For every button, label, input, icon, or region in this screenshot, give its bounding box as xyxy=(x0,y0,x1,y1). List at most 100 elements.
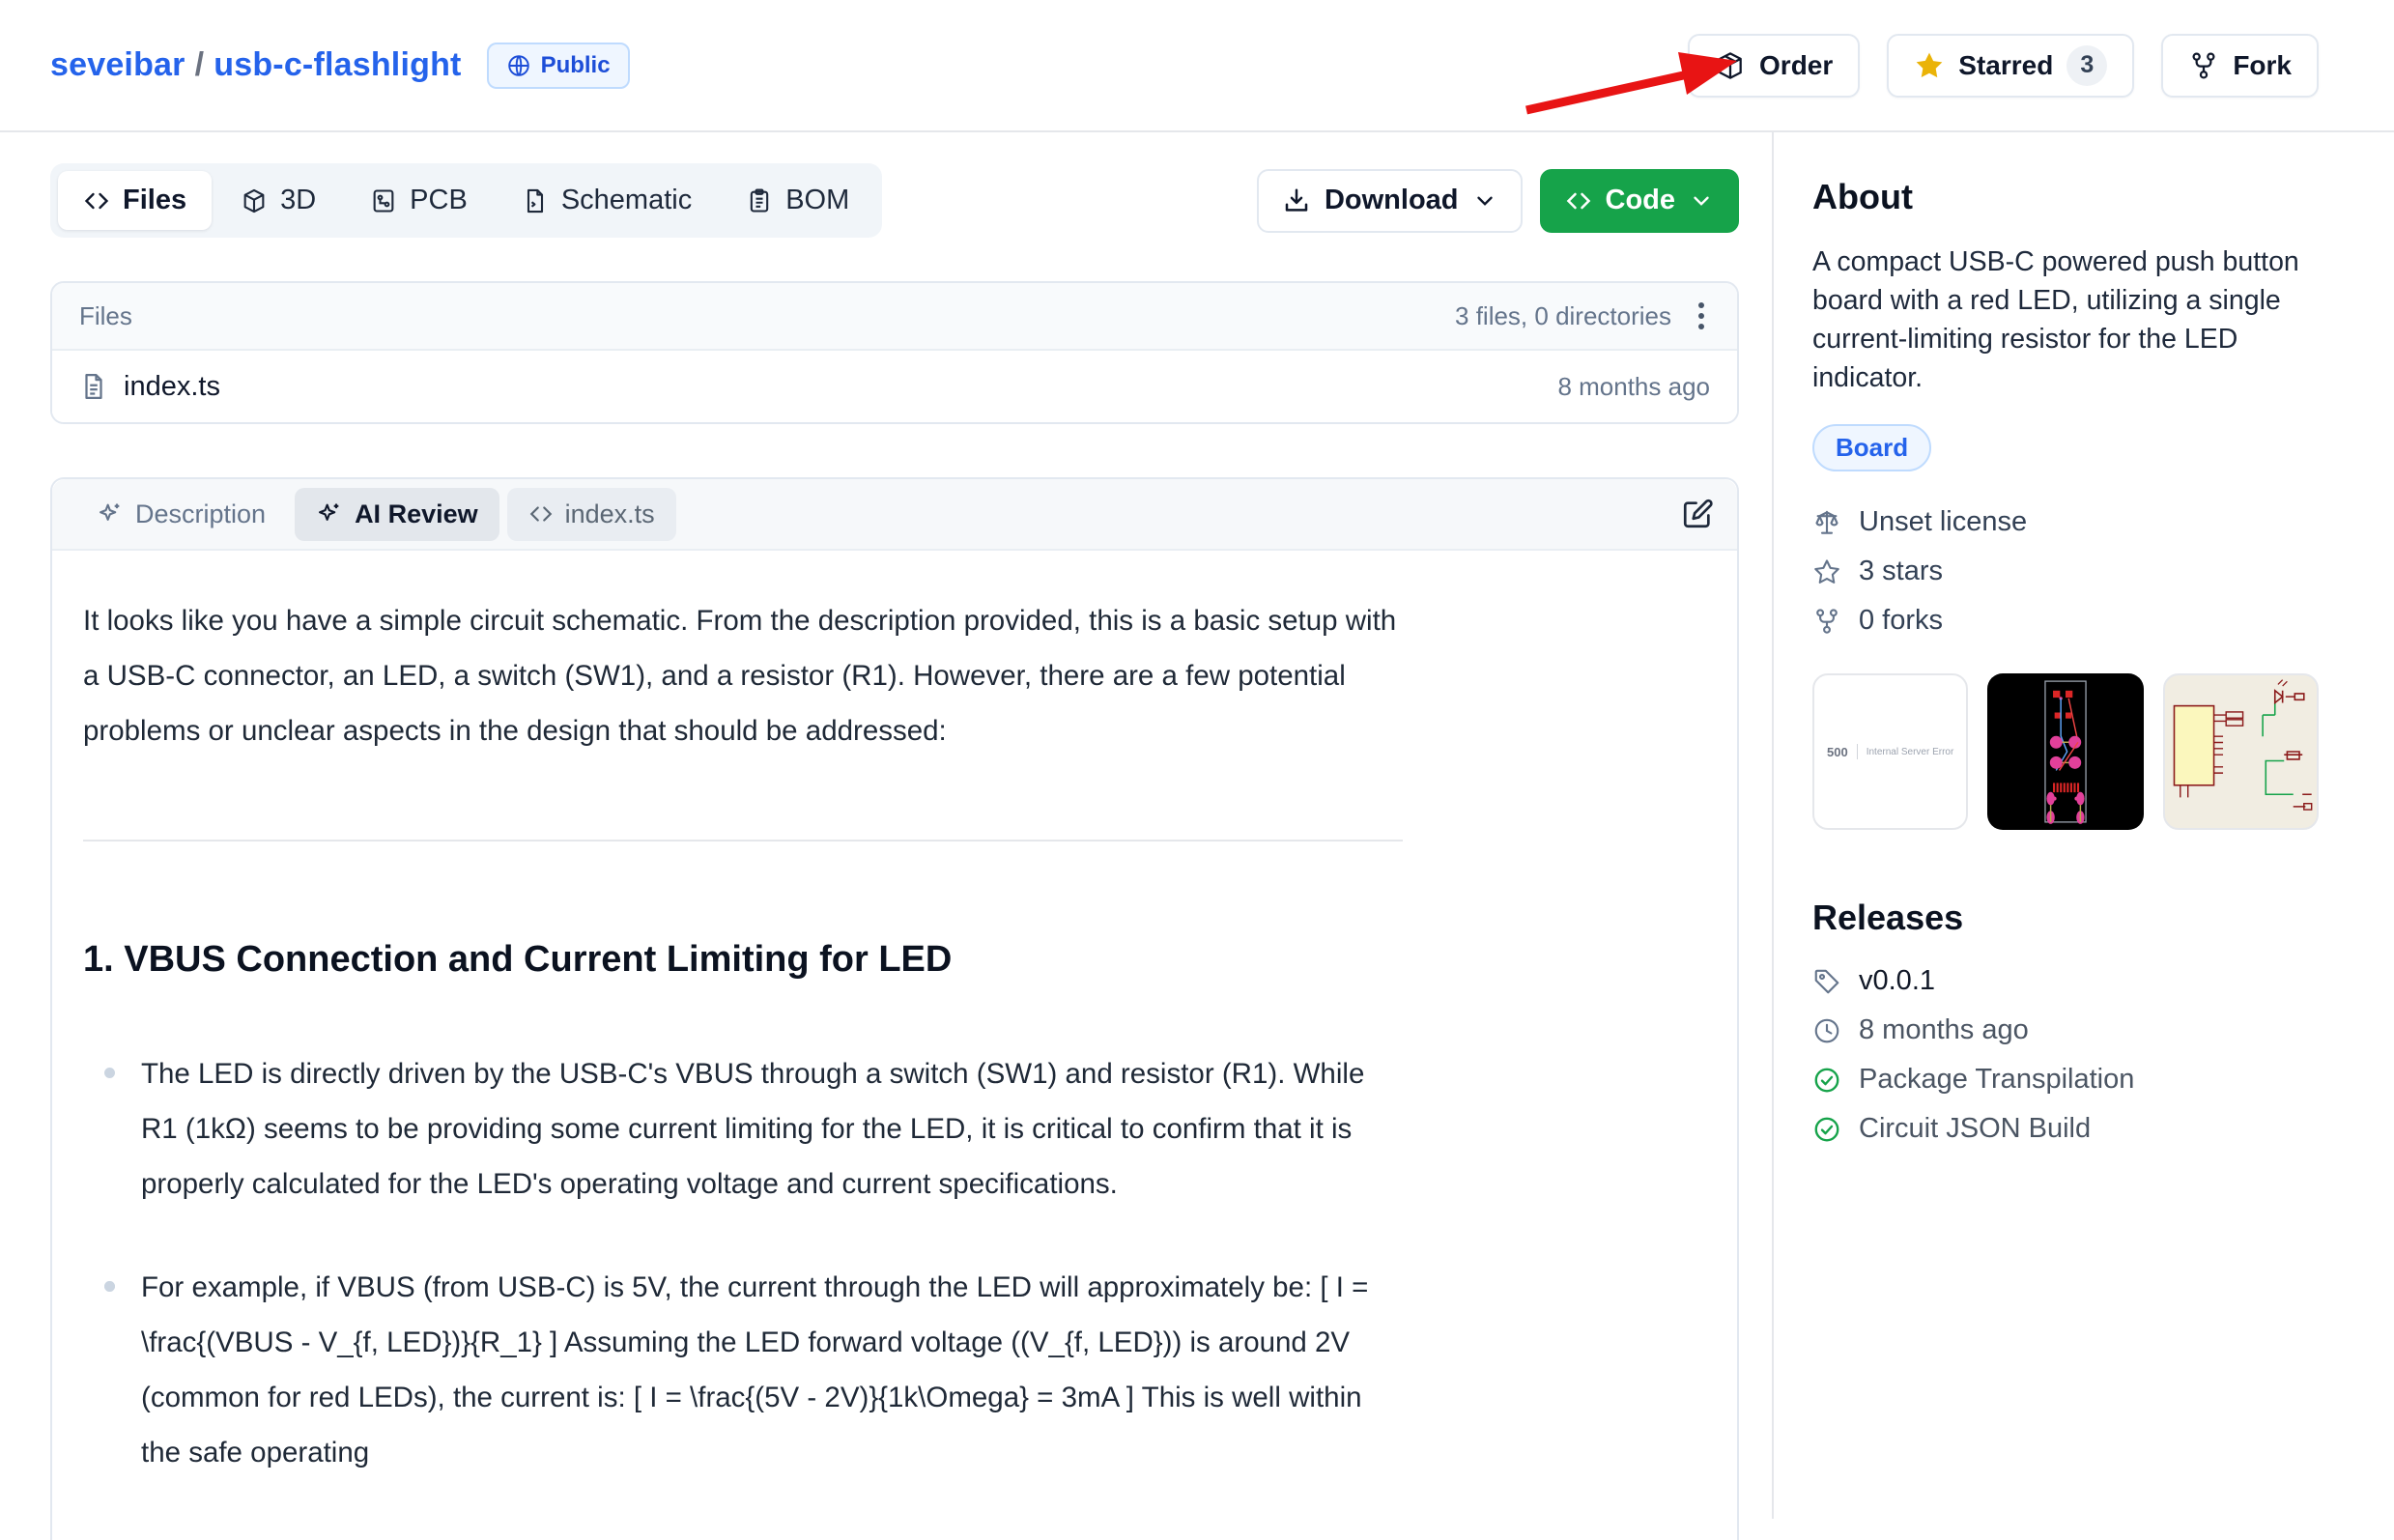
sidebar-divider xyxy=(1772,132,1774,1519)
files-card: Files 3 files, 0 directories index.ts 8 … xyxy=(50,281,1739,424)
pcb-icon xyxy=(370,187,397,214)
files-card-title: Files xyxy=(79,301,132,331)
preview-thumbnails: 500 Internal Server Error xyxy=(1812,673,2319,830)
fork-button-label: Fork xyxy=(2233,50,2292,81)
tab-ai-review-label: AI Review xyxy=(355,499,478,529)
fork-icon xyxy=(2188,50,2219,81)
starred-button[interactable]: Starred 3 xyxy=(1887,34,2134,98)
review-tabs: Description AI Review index.ts xyxy=(52,479,1737,551)
tab-schematic[interactable]: Schematic xyxy=(497,171,717,230)
header-actions: Order Starred 3 Fork xyxy=(1688,34,2319,98)
repo-breadcrumb: seveibar/usb-c-flashlight xyxy=(50,46,462,84)
sidebar: About A compact USB-C powered push butto… xyxy=(1812,132,2319,1145)
repo-owner-link[interactable]: seveibar xyxy=(50,46,185,83)
list-item: For example, if VBUS (from USB-C) is 5V,… xyxy=(141,1260,1403,1480)
code-icon xyxy=(528,501,554,527)
tab-schematic-label: Schematic xyxy=(561,185,692,216)
main-column: Files 3D PCB Schematic xyxy=(50,132,1739,1540)
star-outline-icon xyxy=(1812,557,1841,586)
content-divider xyxy=(83,840,1403,841)
schematic-icon xyxy=(522,187,549,214)
stars-row: 3 stars xyxy=(1812,556,2319,587)
package-icon xyxy=(1715,50,1746,81)
file-name: index.ts xyxy=(124,371,220,403)
check-circle-icon xyxy=(1812,1066,1841,1095)
releases-section: Releases v0.0.1 8 months ago Package Tra… xyxy=(1812,898,2319,1145)
list-item: For example, if VBUS (from USB-C) is 5V,… xyxy=(141,1260,1403,1480)
download-button[interactable]: Download xyxy=(1257,169,1523,233)
order-button-label: Order xyxy=(1759,50,1833,81)
clipboard-icon xyxy=(746,187,773,214)
tab-ai-review[interactable]: AI Review xyxy=(295,488,499,541)
stars-label: 3 stars xyxy=(1859,556,1943,587)
fork-button[interactable]: Fork xyxy=(2161,34,2319,98)
check-circle-icon xyxy=(1812,1115,1841,1144)
tab-index-ts[interactable]: index.ts xyxy=(507,488,676,541)
release-check-label: Circuit JSON Build xyxy=(1859,1113,2091,1145)
view-toolbar: Files 3D PCB Schematic xyxy=(50,163,1739,238)
release-version-row[interactable]: v0.0.1 xyxy=(1812,965,2319,997)
page-header: seveibar/usb-c-flashlight Public Order xyxy=(0,0,2394,132)
fork-icon xyxy=(1812,607,1841,636)
ai-review-content: It looks like you have a simple circuit … xyxy=(52,551,1434,1480)
download-button-label: Download xyxy=(1325,185,1459,216)
clock-icon xyxy=(1812,1016,1841,1045)
forks-row: 0 forks xyxy=(1812,605,2319,637)
tag-icon xyxy=(1812,967,1841,996)
repo-title-group: seveibar/usb-c-flashlight Public xyxy=(50,43,630,89)
license-row: Unset license xyxy=(1812,506,2319,538)
globe-icon xyxy=(506,53,531,78)
order-button[interactable]: Order xyxy=(1688,34,1860,98)
file-icon xyxy=(79,372,108,401)
toolbar-actions: Download Code xyxy=(1257,169,1739,233)
cube-icon xyxy=(241,187,268,214)
star-count-badge: 3 xyxy=(2066,45,2107,86)
file-row[interactable]: index.ts 8 months ago xyxy=(52,351,1737,422)
chevron-down-icon xyxy=(1689,188,1714,214)
releases-title: Releases xyxy=(1812,898,2319,938)
kebab-menu-icon[interactable] xyxy=(1693,297,1710,335)
thumbnail-error-message: Internal Server Error xyxy=(1867,747,1954,757)
board-tag-badge[interactable]: Board xyxy=(1812,424,1931,471)
review-intro: It looks like you have a simple circuit … xyxy=(83,593,1403,758)
about-description: A compact USB-C powered push button boar… xyxy=(1812,242,2307,397)
license-label: Unset license xyxy=(1859,506,2027,538)
tab-pcb[interactable]: PCB xyxy=(345,171,493,230)
files-summary: 3 files, 0 directories xyxy=(1455,301,1671,331)
release-check-row: Package Transpilation xyxy=(1812,1064,2319,1096)
code-icon xyxy=(1565,187,1592,214)
tab-files-label: Files xyxy=(123,185,186,216)
release-check-label: Package Transpilation xyxy=(1859,1064,2134,1096)
thumbnail-pcb-preview[interactable] xyxy=(1987,673,2143,830)
visibility-badge-label: Public xyxy=(541,52,611,79)
tab-pcb-label: PCB xyxy=(410,185,468,216)
section-heading: 1. VBUS Connection and Current Limiting … xyxy=(83,936,1403,983)
tab-description[interactable]: Description xyxy=(75,488,287,541)
thumbnail-3d-preview[interactable]: 500 Internal Server Error xyxy=(1812,673,1968,830)
tab-description-label: Description xyxy=(135,499,266,529)
breadcrumb-separator: / xyxy=(185,46,214,83)
thumbnail-error-code: 500 xyxy=(1827,745,1848,759)
view-tabs: Files 3D PCB Schematic xyxy=(50,163,882,238)
tab-3d-label: 3D xyxy=(280,185,316,216)
starred-button-label: Starred xyxy=(1958,50,2053,81)
tab-bom-label: BOM xyxy=(785,185,849,216)
forks-label: 0 forks xyxy=(1859,605,1943,637)
repo-name-link[interactable]: usb-c-flashlight xyxy=(214,46,461,83)
repo-meta-list: Unset license 3 stars 0 forks xyxy=(1812,506,2319,637)
edit-icon[interactable] xyxy=(1681,498,1714,530)
star-filled-icon xyxy=(1914,50,1945,81)
release-version: v0.0.1 xyxy=(1859,965,1935,997)
thumbnail-schematic-preview[interactable] xyxy=(2163,673,2319,830)
chevron-down-icon xyxy=(1472,188,1497,214)
release-age-row: 8 months ago xyxy=(1812,1014,2319,1046)
review-card: Description AI Review index.ts It looks … xyxy=(50,477,1739,1540)
code-icon xyxy=(83,187,110,214)
tab-files[interactable]: Files xyxy=(58,171,212,230)
tab-3d[interactable]: 3D xyxy=(215,171,341,230)
review-list: The LED is directly driven by the USB-C'… xyxy=(83,1046,1403,1480)
code-button[interactable]: Code xyxy=(1540,169,1740,233)
scales-icon xyxy=(1812,508,1841,537)
tab-index-ts-label: index.ts xyxy=(565,499,655,529)
tab-bom[interactable]: BOM xyxy=(721,171,874,230)
